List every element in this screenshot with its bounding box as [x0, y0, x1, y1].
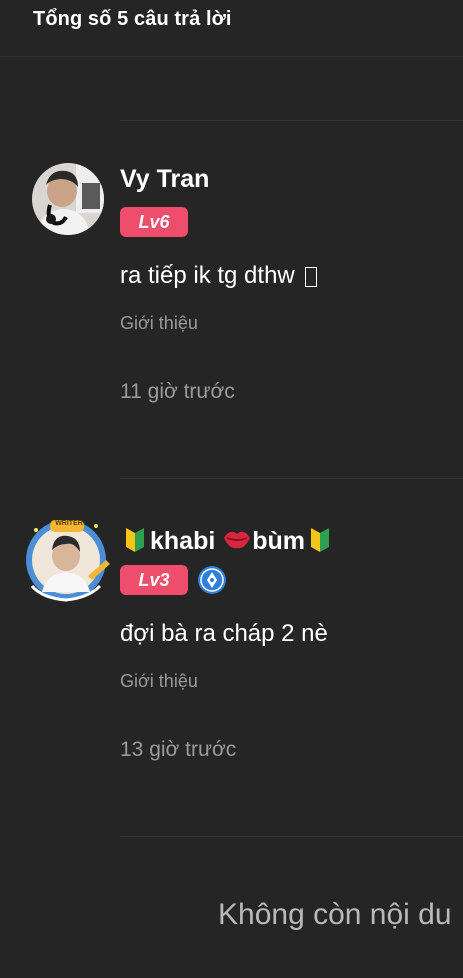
avatar-frame-label: WRITER	[55, 520, 83, 527]
username-part: khabi	[150, 527, 216, 556]
beginner-badge-icon	[305, 524, 335, 561]
divider	[120, 478, 463, 479]
replies-count-title: Tổng số 5 câu trả lời	[33, 8, 232, 30]
avatar-photo	[32, 163, 104, 235]
avatar-frame[interactable]	[22, 516, 112, 602]
replies-header: Tổng số 5 câu trả lời	[0, 0, 463, 57]
timestamp: 13 giờ trước	[120, 738, 237, 761]
divider	[120, 836, 463, 837]
intro-link[interactable]: Giới thiệu	[120, 671, 198, 692]
username[interactable]: Vy Tran	[120, 165, 209, 194]
avatar[interactable]	[32, 163, 104, 235]
username[interactable]: khabi bùm	[120, 524, 335, 561]
username-part: bùm	[252, 527, 306, 556]
kiss-lips-icon	[222, 526, 252, 559]
no-more-content-text: Không còn nội du	[218, 898, 452, 931]
divider	[120, 120, 463, 121]
level-badge: Lv3	[120, 565, 188, 595]
level-badge: Lv6	[120, 207, 188, 237]
comment-text: ra tiếp ik tg dthw	[120, 262, 318, 290]
intro-link[interactable]: Giới thiệu	[120, 313, 198, 334]
timestamp: 11 giờ trước	[120, 380, 235, 403]
beginner-badge-icon	[120, 524, 150, 561]
missing-glyph-icon	[305, 266, 318, 287]
pen-nib-icon	[198, 566, 226, 594]
writer-frame-icon	[26, 520, 110, 602]
comment-text: đợi bà ra cháp 2 nè	[120, 620, 328, 647]
comment-text-body: ra tiếp ik tg dthw	[120, 262, 295, 289]
